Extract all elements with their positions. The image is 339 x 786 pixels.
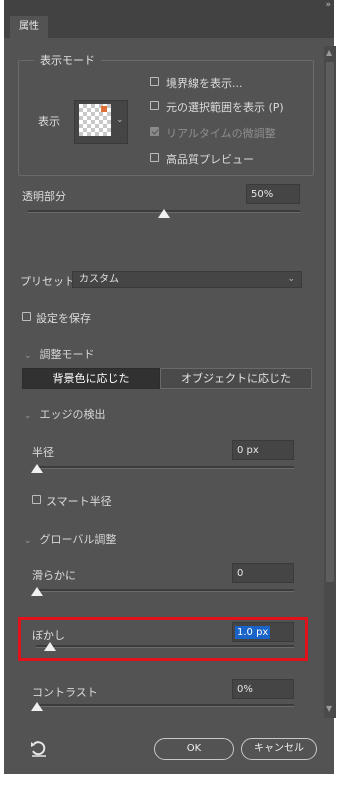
collapse-icon[interactable]: » bbox=[325, 0, 330, 10]
adjust-mode-header[interactable]: ⌄ 調整モード bbox=[24, 346, 95, 362]
segment-color-aware[interactable]: 背景色に応じた bbox=[22, 368, 160, 389]
panel-header: 属性 » bbox=[4, 0, 334, 38]
tab-properties[interactable]: 属性 bbox=[10, 16, 48, 38]
reset-icon[interactable] bbox=[28, 738, 50, 760]
edge-detection-header[interactable]: ⌄ エッジの検出 bbox=[24, 406, 106, 422]
global-refinement-header[interactable]: ⌄ グローバル調整 bbox=[24, 531, 116, 547]
smart-radius-label: スマート半径 bbox=[46, 495, 112, 508]
highlight-box bbox=[18, 617, 308, 661]
preset-selected-value: カスタム bbox=[79, 274, 119, 285]
adjust-mode-title: 調整モード bbox=[39, 348, 95, 361]
chevron-down-icon: ⌄ bbox=[24, 536, 32, 546]
contrast-slider-track[interactable] bbox=[36, 704, 294, 707]
view-label: 表示 bbox=[38, 115, 60, 128]
show-edge-checkbox[interactable] bbox=[150, 77, 159, 86]
scroll-up-icon[interactable]: ▲ bbox=[326, 48, 332, 57]
chevron-down-icon: ⌄ bbox=[24, 351, 32, 361]
scrollbar[interactable]: ▲ ▼ bbox=[324, 46, 336, 718]
radius-label: 半径 bbox=[32, 446, 54, 459]
save-settings-label: 設定を保存 bbox=[36, 312, 91, 325]
cancel-button[interactable]: キャンセル bbox=[241, 738, 317, 760]
opacity-input[interactable]: 50% bbox=[246, 184, 300, 204]
display-mode-legend: 表示モード bbox=[34, 52, 101, 68]
radius-slider-thumb[interactable] bbox=[31, 464, 43, 473]
edge-detection-title: エッジの検出 bbox=[39, 408, 106, 421]
show-original-label: 元の選択範囲を表示 (P) bbox=[166, 101, 284, 114]
preset-select[interactable]: カスタム ⌄ bbox=[72, 271, 302, 288]
radius-slider-track[interactable] bbox=[36, 466, 294, 469]
show-original-checkbox[interactable] bbox=[150, 101, 159, 110]
view-mode-dropdown[interactable]: ⌄ bbox=[74, 100, 128, 144]
show-edge-label: 境界線を表示... bbox=[166, 77, 243, 90]
preset-label: プリセット bbox=[20, 275, 75, 288]
contrast-input[interactable]: 0% bbox=[232, 679, 294, 699]
chevron-down-icon: ⌄ bbox=[116, 115, 124, 125]
contrast-slider-thumb[interactable] bbox=[31, 702, 43, 711]
smooth-label: 滑らかに bbox=[32, 569, 76, 582]
ok-button[interactable]: OK bbox=[154, 738, 234, 760]
chevron-down-icon: ⌄ bbox=[287, 274, 295, 284]
realtime-refine-checkbox bbox=[150, 127, 159, 136]
checkerboard-thumbnail-icon bbox=[79, 104, 111, 136]
opacity-slider-thumb[interactable] bbox=[158, 209, 170, 218]
high-quality-preview-checkbox[interactable] bbox=[150, 153, 159, 162]
segment-object-aware[interactable]: オブジェクトに応じた bbox=[160, 368, 312, 389]
contrast-label: コントラスト bbox=[32, 686, 98, 699]
chevron-down-icon: ⌄ bbox=[24, 411, 32, 421]
save-settings-checkbox[interactable] bbox=[22, 312, 31, 321]
smooth-input[interactable]: 0 bbox=[232, 563, 294, 583]
smooth-slider-thumb[interactable] bbox=[31, 587, 43, 596]
smooth-slider-track[interactable] bbox=[36, 589, 294, 592]
opacity-label: 透明部分 bbox=[22, 190, 66, 203]
radius-input[interactable]: 0 px bbox=[232, 440, 294, 460]
scrollbar-thumb[interactable] bbox=[326, 62, 334, 582]
global-refinement-title: グローバル調整 bbox=[39, 533, 117, 546]
high-quality-preview-label: 高品質プレビュー bbox=[166, 153, 254, 166]
realtime-refine-label: リアルタイムの微調整 bbox=[166, 127, 276, 140]
bottom-strip bbox=[0, 774, 339, 786]
smart-radius-checkbox[interactable] bbox=[32, 495, 41, 504]
scroll-down-icon[interactable]: ▼ bbox=[326, 704, 332, 713]
